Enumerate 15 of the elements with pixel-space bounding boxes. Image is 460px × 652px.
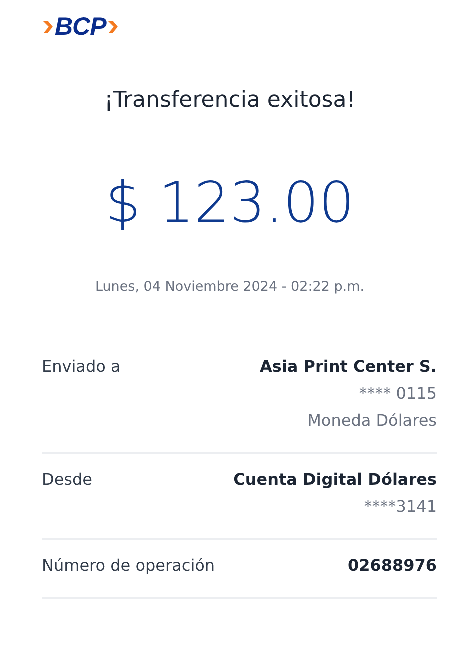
detail-label: Número de operación xyxy=(42,555,216,577)
detail-value: Cuenta Digital Dólares xyxy=(234,469,437,491)
detail-value: ****3141 xyxy=(364,496,437,518)
chevron-icon xyxy=(107,19,120,35)
detail-value: 02688976 xyxy=(348,555,437,577)
detail-label: Enviado a xyxy=(42,356,121,378)
detail-label: Desde xyxy=(42,469,92,491)
chevron-icon xyxy=(42,19,54,35)
detail-value: Moneda Dólares xyxy=(308,410,437,432)
detail-value: Asia Print Center S. xyxy=(260,356,437,378)
success-title: ¡Transferencia exitosa! xyxy=(103,88,357,113)
amount: $ 123.00 xyxy=(104,170,356,238)
detail-value: **** 0115 xyxy=(359,383,437,405)
logo-text: BCP xyxy=(55,14,106,40)
date-time: Lunes, 04 Noviembre 2024 - 02:22 p.m. xyxy=(94,279,366,295)
